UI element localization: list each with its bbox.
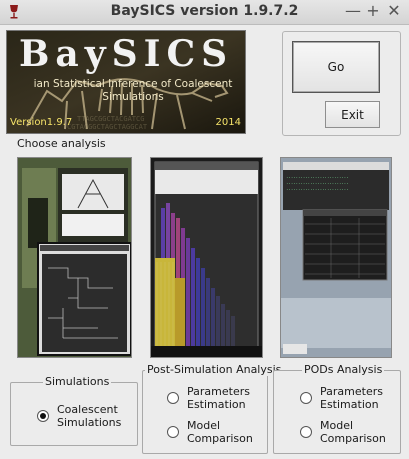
option-label-line1: Parameters xyxy=(187,385,250,398)
post-sim-parameters-estimation-radio[interactable] xyxy=(167,392,179,404)
maximize-button[interactable]: + xyxy=(363,1,383,21)
logo-title: BaySICS xyxy=(19,33,234,75)
pods-parameters-estimation-label: Parameters Estimation xyxy=(320,385,383,411)
svg-text:..........................: .......................... xyxy=(286,186,349,191)
simulations-preview-image[interactable] xyxy=(17,157,132,358)
post-sim-parameters-estimation-label: Parameters Estimation xyxy=(187,385,250,411)
svg-text:CGTACGGCTAGCTAGGCAT: CGTACGGCTAGCTAGGCAT xyxy=(67,123,148,131)
coalescent-simulations-option[interactable]: Coalescent Simulations xyxy=(37,403,121,429)
post-simulation-group-title: Post-Simulation Analysis xyxy=(145,363,284,376)
exit-button[interactable]: Exit xyxy=(325,101,380,128)
option-label-line2: Comparison xyxy=(187,432,253,445)
option-label-line1: Model xyxy=(187,419,221,432)
simulations-group-title: Simulations xyxy=(43,375,112,388)
pods-parameters-estimation-option[interactable]: Parameters Estimation xyxy=(300,385,383,411)
close-button[interactable]: ✕ xyxy=(384,1,404,21)
simulations-group: Simulations Coalescent Simulations xyxy=(10,375,138,446)
title-bar: BaySICS version 1.9.7.2 — + ✕ xyxy=(0,0,409,25)
pods-model-comparison-option[interactable]: Model Comparison xyxy=(300,419,386,445)
option-label-line2: Simulations xyxy=(57,416,122,429)
pods-preview-image[interactable]: .......................... .............… xyxy=(280,157,392,358)
coalescent-simulations-radio[interactable] xyxy=(37,410,49,422)
logo-subtitle: ian Statistical Inference of Coalescent … xyxy=(33,78,233,104)
logo-year: 2014 xyxy=(215,117,241,128)
option-label-line1: Coalescent xyxy=(57,403,118,416)
post-sim-parameters-estimation-option[interactable]: Parameters Estimation xyxy=(167,385,250,411)
pods-model-comparison-label: Model Comparison xyxy=(320,419,386,445)
svg-text:TTAGCGGCTACGATCG: TTAGCGGCTACGATCG xyxy=(77,115,144,123)
option-label-line1: Model xyxy=(320,419,354,432)
pods-parameters-estimation-radio[interactable] xyxy=(300,392,312,404)
baysics-logo-banner: CGTACGGCTAGCTAGGCAT TTAGCGGCTACGATCG Bay… xyxy=(6,30,246,134)
post-sim-model-comparison-option[interactable]: Model Comparison xyxy=(167,419,253,445)
pods-analysis-group: PODs Analysis Parameters Estimation Mode… xyxy=(273,363,401,454)
go-button[interactable]: Go xyxy=(292,41,380,93)
post-simulation-preview-image[interactable] xyxy=(150,157,263,358)
option-label-line2: Estimation xyxy=(187,398,246,411)
pods-group-title: PODs Analysis xyxy=(302,363,385,376)
svg-text:..........................: .......................... xyxy=(286,180,349,185)
option-label-line2: Estimation xyxy=(320,398,379,411)
pods-model-comparison-radio[interactable] xyxy=(300,426,312,438)
logo-subtitle-line1: ian Statistical Inference of Coalescent xyxy=(33,78,233,90)
post-sim-model-comparison-radio[interactable] xyxy=(167,426,179,438)
option-label-line1: Parameters xyxy=(320,385,383,398)
logo-subtitle-line2: Simulations xyxy=(102,91,164,103)
coalescent-simulations-label: Coalescent Simulations xyxy=(57,403,121,429)
post-simulation-analysis-group: Post-Simulation Analysis Parameters Esti… xyxy=(142,363,284,454)
minimize-button[interactable]: — xyxy=(343,1,363,21)
choose-analysis-label: Choose analysis xyxy=(17,137,106,150)
svg-text:..........................: .......................... xyxy=(286,174,349,179)
logo-version: Version1.9.7 xyxy=(10,117,73,128)
option-label-line2: Comparison xyxy=(320,432,386,445)
post-sim-model-comparison-label: Model Comparison xyxy=(187,419,253,445)
